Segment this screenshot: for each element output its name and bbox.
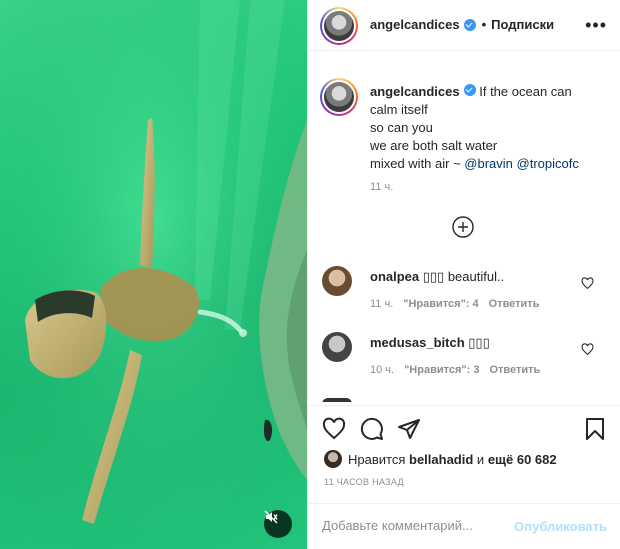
post-details-pane: angelcandices • Подписки ••• angelcandic… xyxy=(307,0,620,549)
comments-scroll-area[interactable]: angelcandices If the ocean can calm itse… xyxy=(308,52,620,402)
comment-text: ▯▯▯ xyxy=(468,335,490,350)
comment-item: medusas_bitch ▯▯▯ 10 ч. "Нравится": 3 От… xyxy=(308,326,620,386)
liker-username[interactable]: bellahadid xyxy=(409,452,473,467)
header-user-block: angelcandices • Подписки xyxy=(370,17,554,32)
comment-likes[interactable]: "Нравится": 4 xyxy=(403,298,478,310)
add-comment-bar: Опубликовать xyxy=(308,503,620,549)
bookmark-icon[interactable] xyxy=(583,417,607,441)
liker-avatar xyxy=(324,450,342,468)
comment-time: 11 ч. xyxy=(370,298,394,310)
comment-likes[interactable]: "Нравится": 3 xyxy=(404,364,479,376)
post-header: angelcandices • Подписки ••• xyxy=(308,0,620,51)
mention-link[interactable]: @tropicofc xyxy=(517,156,579,171)
author-avatar-image xyxy=(324,11,354,41)
heart-icon[interactable] xyxy=(581,343,594,356)
verified-badge-icon xyxy=(463,84,476,96)
commenter-avatar[interactable] xyxy=(322,266,352,296)
author-username[interactable]: angelcandices xyxy=(370,17,460,32)
caption-line: so can you xyxy=(370,120,433,135)
heart-icon[interactable] xyxy=(322,417,346,441)
comment-time: 10 ч. xyxy=(370,364,395,376)
likes-connector: и xyxy=(476,451,485,467)
comment-item: onalpea ▯▯▯ beautiful.. 11 ч. "Нравится"… xyxy=(308,260,620,320)
caption-line: If the ocean can xyxy=(479,84,572,99)
commenter-avatar[interactable] xyxy=(322,332,352,362)
post-media-video[interactable] xyxy=(0,0,307,549)
comment-body: onalpea ▯▯▯ beautiful.. xyxy=(370,268,504,286)
commenter-username[interactable]: medusas_bitch xyxy=(370,335,465,350)
comment-text: ▯▯▯ beautiful.. xyxy=(422,269,505,284)
comment-meta: 11 ч. "Нравится": 4 Ответить xyxy=(370,298,539,310)
author-avatar[interactable] xyxy=(320,7,358,45)
mute-button[interactable] xyxy=(264,510,292,538)
reply-button[interactable]: Ответить xyxy=(489,298,540,310)
post-actions-bar xyxy=(308,405,620,451)
reply-button[interactable]: Ответить xyxy=(489,364,540,376)
more-icon[interactable]: ••• xyxy=(585,16,607,34)
caption-line: calm itself xyxy=(370,102,428,117)
mention-link[interactable]: @bravin xyxy=(464,156,513,171)
publish-button[interactable]: Опубликовать xyxy=(514,519,607,534)
heart-icon[interactable] xyxy=(581,277,594,290)
likes-summary[interactable]: Нравится bellahadid и ещё 60 682 xyxy=(324,450,557,468)
share-icon[interactable] xyxy=(397,417,421,441)
comment-body: medusas_bitch ▯▯▯ xyxy=(370,334,490,352)
likes-prefix: Нравится xyxy=(348,451,406,467)
commenter-username[interactable]: onalpea xyxy=(370,269,419,284)
comment-icon[interactable] xyxy=(360,417,384,441)
commenter-avatar[interactable] xyxy=(322,398,352,402)
caption-line: mixed with air ~ xyxy=(370,156,465,171)
comment-meta: 10 ч. "Нравится": 3 Ответить xyxy=(370,364,540,376)
caption-author-avatar[interactable] xyxy=(320,78,358,116)
caption-username[interactable]: angelcandices xyxy=(370,84,460,99)
caption-text: angelcandices If the ocean can calm itse… xyxy=(370,83,605,173)
underwater-scene xyxy=(0,0,307,549)
follow-button[interactable]: Подписки xyxy=(491,17,554,32)
caption-line: we are both salt water xyxy=(370,138,498,153)
verified-badge-icon xyxy=(463,18,476,31)
post-timestamp: 11 часов назад xyxy=(324,477,404,487)
caption-timestamp: 11 ч. xyxy=(370,181,394,193)
mute-icon xyxy=(264,510,278,524)
header-separator: • xyxy=(481,17,487,32)
add-circle-icon[interactable] xyxy=(451,215,475,239)
comment-input[interactable] xyxy=(322,518,512,533)
caption-avatar-image xyxy=(324,82,354,112)
likes-count[interactable]: ещё 60 682 xyxy=(488,452,557,467)
